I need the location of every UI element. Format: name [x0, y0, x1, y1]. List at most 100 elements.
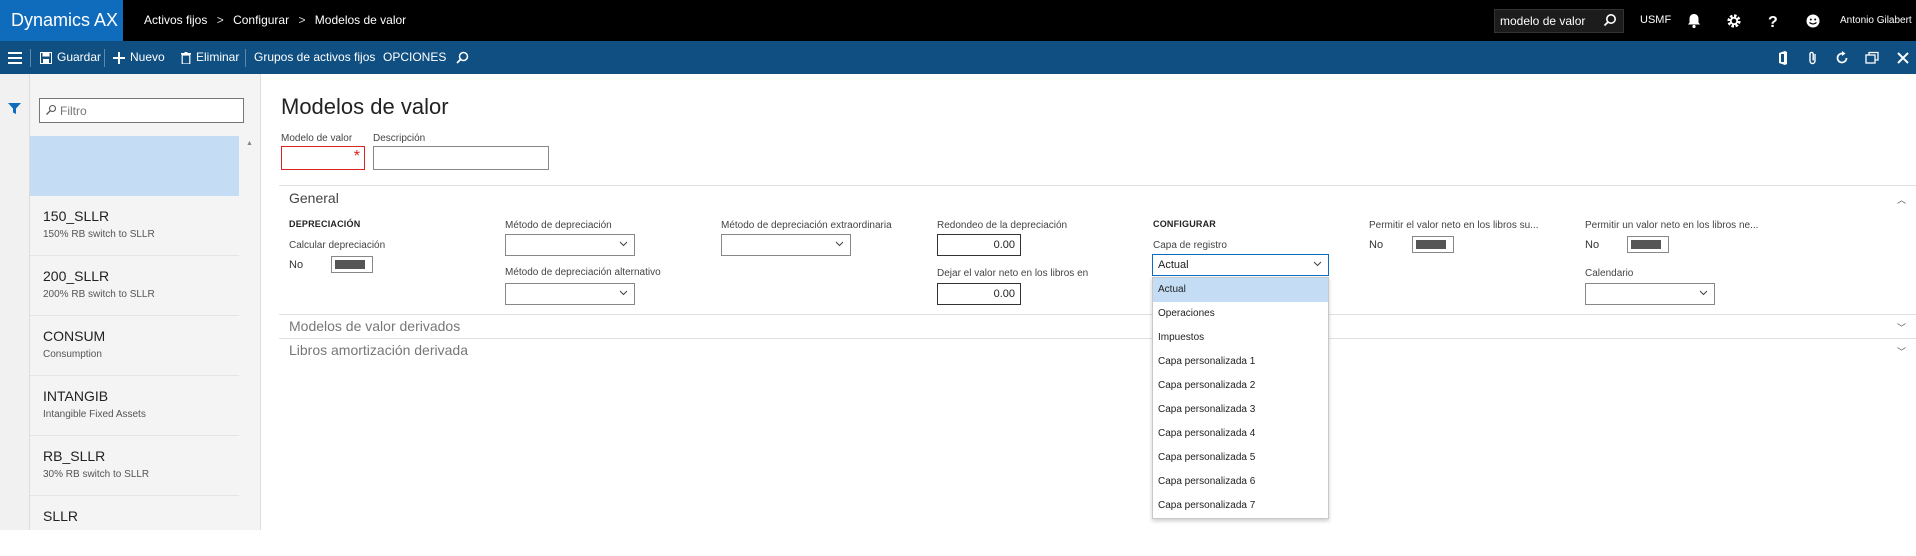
- list-item[interactable]: RB_SLLR 30% RB switch to SLLR: [30, 436, 239, 496]
- gear-icon[interactable]: [1725, 12, 1743, 30]
- toolbar-divider: [104, 49, 105, 67]
- alt-depreciation-method-select[interactable]: [505, 283, 635, 305]
- page-title: Modelos de valor: [281, 94, 449, 119]
- posting-layer-options: Actual Operaciones Impuestos Capa person…: [1152, 277, 1329, 519]
- posting-layer-select[interactable]: Actual: [1152, 254, 1329, 276]
- allow-negative-net-book-value-toggle[interactable]: [1627, 236, 1669, 253]
- global-search-input[interactable]: [1495, 10, 1595, 32]
- calendar-label: Calendario: [1585, 268, 1634, 279]
- list-item[interactable]: 200_SLLR 200% RB switch to SLLR: [30, 256, 239, 316]
- list-item-description: 150% RB switch to SLLR: [43, 229, 155, 240]
- breadcrumb-item-modelos-de-valor[interactable]: Modelos de valor: [315, 13, 406, 27]
- search-icon[interactable]: [1603, 13, 1617, 27]
- posting-layer-label: Capa de registro: [1153, 240, 1227, 251]
- app-brand[interactable]: Dynamics AX: [0, 0, 123, 41]
- list-item[interactable]: CONSUM Consumption: [30, 316, 239, 376]
- general-section-header[interactable]: General: [289, 190, 339, 206]
- allow-net-book-value-value: No: [1369, 239, 1384, 251]
- chevron-down-icon: [1699, 290, 1708, 296]
- posting-layer-option[interactable]: Capa personalizada 1: [1153, 350, 1328, 374]
- search-icon[interactable]: [454, 50, 470, 66]
- posting-layer-option[interactable]: Capa personalizada 6: [1153, 470, 1328, 494]
- scroll-up-arrow-icon[interactable]: ▲: [246, 140, 253, 147]
- chevron-up-icon[interactable]: ︿: [1897, 193, 1906, 206]
- list-item[interactable]: INTANGIB Intangible Fixed Assets: [30, 376, 239, 436]
- posting-layer-option[interactable]: Actual: [1153, 278, 1328, 302]
- save-button[interactable]: Guardar: [40, 41, 101, 74]
- list-item-code: SLLR: [43, 508, 79, 524]
- derived-value-models-section-header[interactable]: Modelos de valor derivados: [289, 318, 460, 334]
- extra-depreciation-method-select[interactable]: [721, 234, 851, 256]
- depreciation-rounding-input[interactable]: 0.00: [937, 234, 1021, 256]
- save-button-label: Guardar: [57, 50, 102, 64]
- calc-depreciation-value: No: [289, 259, 304, 271]
- posting-layer-option[interactable]: Capa personalizada 7: [1153, 494, 1328, 518]
- configure-heading: CONFIGURAR: [1153, 219, 1216, 229]
- office-icon[interactable]: [1775, 50, 1791, 66]
- close-icon[interactable]: [1895, 50, 1911, 66]
- chevron-down-icon[interactable]: ﹀: [1897, 345, 1906, 358]
- chevron-down-icon: [1313, 261, 1322, 267]
- extra-depreciation-method-label: Método de depreciación extraordinaria: [721, 220, 892, 231]
- allow-negative-net-book-value-value: No: [1585, 239, 1600, 251]
- filter-input[interactable]: [40, 99, 220, 122]
- trash-icon: [181, 51, 191, 64]
- allow-net-book-value-toggle[interactable]: [1412, 236, 1454, 253]
- description-field[interactable]: [373, 146, 549, 170]
- delete-button[interactable]: Eliminar: [181, 41, 239, 74]
- derived-depreciation-books-section-header[interactable]: Libros amortización derivada: [289, 342, 468, 358]
- options-tab[interactable]: OPCIONES: [383, 41, 446, 74]
- asset-groups-button[interactable]: Grupos de activos fijos: [254, 41, 375, 74]
- company-selector[interactable]: USMF: [1640, 0, 1671, 41]
- list-item[interactable]: SLLR: [30, 496, 239, 556]
- toolbar-divider: [245, 49, 246, 67]
- list-item-code: 150_SLLR: [43, 208, 110, 224]
- user-name[interactable]: Antonio Gilabert: [1840, 0, 1912, 41]
- list-item[interactable]: 150_SLLR 150% RB switch to SLLR: [30, 196, 239, 256]
- new-button[interactable]: Nuevo: [113, 41, 165, 74]
- breadcrumb-item-configurar[interactable]: Configurar: [233, 13, 289, 27]
- depreciation-method-select[interactable]: [505, 234, 635, 256]
- list-item-description: Consumption: [43, 349, 102, 360]
- posting-layer-option[interactable]: Capa personalizada 3: [1153, 398, 1328, 422]
- leave-net-book-value-label: Dejar el valor neto en los libros en: [937, 268, 1089, 279]
- section-divider: [279, 314, 1916, 315]
- chevron-down-icon[interactable]: ﹀: [1897, 321, 1906, 334]
- global-search: [1494, 9, 1624, 33]
- smiley-icon[interactable]: [1804, 12, 1822, 30]
- required-indicator-icon: *: [353, 148, 360, 165]
- alt-depreciation-method-label: Método de depreciación alternativo: [505, 267, 661, 278]
- calc-depreciation-toggle[interactable]: [331, 256, 373, 273]
- list-item-code: 200_SLLR: [43, 268, 110, 284]
- plus-icon: [113, 51, 125, 64]
- posting-layer-option[interactable]: Capa personalizada 4: [1153, 422, 1328, 446]
- posting-layer-option[interactable]: Capa personalizada 5: [1153, 446, 1328, 470]
- hamburger-menu-icon[interactable]: [8, 52, 22, 64]
- open-new-window-icon[interactable]: [1864, 50, 1880, 66]
- new-button-label: Nuevo: [130, 50, 165, 64]
- help-icon[interactable]: ?: [1764, 12, 1782, 30]
- search-icon: [46, 104, 57, 115]
- attachment-icon[interactable]: [1805, 50, 1821, 66]
- depreciation-heading: DEPRECIACIÓN: [289, 219, 361, 229]
- bell-icon[interactable]: [1685, 12, 1703, 30]
- posting-layer-option[interactable]: Impuestos: [1153, 326, 1328, 350]
- allow-negative-net-book-value-label: Permitir un valor neto en los libros ne.…: [1585, 220, 1759, 231]
- posting-layer-option[interactable]: Operaciones: [1153, 302, 1328, 326]
- list-item-code: INTANGIB: [43, 388, 109, 404]
- leave-net-book-value-input[interactable]: 0.00: [937, 283, 1021, 305]
- posting-layer-option[interactable]: Capa personalizada 2: [1153, 374, 1328, 398]
- save-icon: [40, 51, 52, 64]
- list-item-description: 30% RB switch to SLLR: [43, 469, 150, 480]
- value-model-field[interactable]: *: [281, 146, 365, 170]
- refresh-icon[interactable]: [1834, 50, 1850, 66]
- list-item-description: 200% RB switch to SLLR: [43, 289, 155, 300]
- breadcrumb-separator: >: [298, 13, 306, 27]
- svg-text:?: ?: [1768, 14, 1778, 30]
- chevron-down-icon: [619, 241, 628, 247]
- filter-icon[interactable]: [8, 102, 21, 115]
- list-item-new-record[interactable]: [30, 136, 239, 196]
- breadcrumb-item-activos-fijos[interactable]: Activos fijos: [144, 13, 207, 27]
- toolbar-divider: [30, 49, 31, 67]
- calendar-select[interactable]: [1585, 283, 1715, 305]
